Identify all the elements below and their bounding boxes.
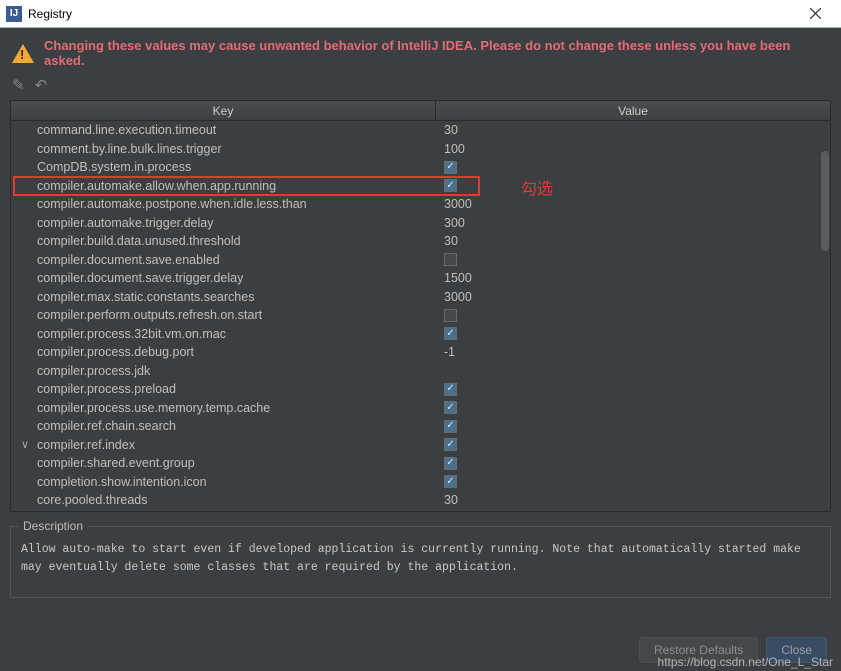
watermark: https://blog.csdn.net/One_L_Star	[658, 655, 833, 669]
cell-key: CompDB.system.in.process	[11, 160, 436, 174]
checkbox[interactable]	[444, 457, 457, 470]
checkbox[interactable]	[444, 475, 457, 488]
cell-key: compiler.process.jdk	[11, 364, 436, 378]
cell-key: compiler.process.32bit.vm.on.mac	[11, 327, 436, 341]
description-text: Allow auto-make to start even if develop…	[21, 541, 820, 578]
cell-key: compiler.perform.outputs.refresh.on.star…	[11, 308, 436, 322]
cell-key: compiler.shared.event.group	[11, 456, 436, 470]
table-row[interactable]: compiler.document.save.trigger.delay1500	[11, 269, 830, 288]
table-row[interactable]: compiler.shared.event.group	[11, 454, 830, 473]
window-close-button[interactable]	[795, 0, 835, 28]
cell-value[interactable]	[436, 327, 830, 340]
app-icon: IJ	[6, 6, 22, 22]
table-row[interactable]: compiler.process.jdk	[11, 362, 830, 381]
checkbox[interactable]	[444, 438, 457, 451]
scrollbar-thumb[interactable]	[821, 151, 829, 251]
cell-value[interactable]	[436, 161, 830, 174]
table-row[interactable]: compiler.build.data.unused.threshold30	[11, 232, 830, 251]
table-row[interactable]: custom.folding.max.lookup.depth50	[11, 510, 830, 513]
table-row[interactable]: CompDB.system.in.process	[11, 158, 830, 177]
registry-table: Key Value command.line.execution.timeout…	[10, 100, 831, 512]
cell-key: compiler.automake.postpone.when.idle.les…	[11, 197, 436, 211]
cell-key: compiler.process.debug.port	[11, 345, 436, 359]
cell-key: compiler.max.static.constants.searches	[11, 290, 436, 304]
cell-value[interactable]: 100	[436, 142, 830, 156]
description-panel: Description Allow auto-make to start eve…	[10, 526, 831, 598]
cell-value[interactable]	[436, 438, 830, 451]
cell-key: comment.by.line.bulk.lines.trigger	[11, 142, 436, 156]
checkbox[interactable]	[444, 401, 457, 414]
cell-key: compiler.ref.chain.search	[11, 419, 436, 433]
table-body: command.line.execution.timeout30comment.…	[11, 121, 830, 512]
warning-icon	[12, 44, 34, 63]
checkbox[interactable]	[444, 420, 457, 433]
table-row[interactable]: compiler.ref.index∨	[11, 436, 830, 455]
table-row[interactable]: compiler.automake.postpone.when.idle.les…	[11, 195, 830, 214]
table-header: Key Value	[11, 101, 830, 121]
checkbox[interactable]	[444, 383, 457, 396]
cell-key: compiler.process.preload	[11, 382, 436, 396]
cell-key: core.pooled.threads	[11, 493, 436, 507]
description-label: Description	[19, 519, 87, 533]
column-header-value[interactable]: Value	[436, 101, 830, 120]
cell-value[interactable]	[436, 253, 830, 266]
cell-value[interactable]: 30	[436, 234, 830, 248]
checkbox[interactable]	[444, 161, 457, 174]
cell-key: compiler.ref.index∨	[11, 438, 436, 452]
cell-value[interactable]	[436, 475, 830, 488]
table-row[interactable]: compiler.process.debug.port-1	[11, 343, 830, 362]
cell-value[interactable]: 1500	[436, 271, 830, 285]
cell-key: compiler.automake.allow.when.app.running	[11, 179, 436, 193]
table-row[interactable]: compiler.ref.chain.search	[11, 417, 830, 436]
cell-value[interactable]: 30	[436, 123, 830, 137]
cell-value[interactable]: 3000	[436, 290, 830, 304]
table-row[interactable]: compiler.process.32bit.vm.on.mac	[11, 325, 830, 344]
warning-banner: Changing these values may cause unwanted…	[0, 28, 841, 72]
titlebar: IJ Registry	[0, 0, 841, 28]
table-row[interactable]: compiler.document.save.enabled	[11, 251, 830, 270]
cell-key: command.line.execution.timeout	[11, 123, 436, 137]
cell-value[interactable]	[436, 179, 830, 192]
undo-icon[interactable]: ↶	[35, 76, 48, 94]
cell-value[interactable]	[436, 457, 830, 470]
checkbox[interactable]	[444, 327, 457, 340]
cell-value[interactable]	[436, 383, 830, 396]
scrollbar[interactable]	[820, 121, 830, 511]
cell-key: compiler.build.data.unused.threshold	[11, 234, 436, 248]
cell-value[interactable]	[436, 420, 830, 433]
annotation-text: 勾选	[521, 175, 553, 199]
cell-value[interactable]: 300	[436, 216, 830, 230]
warning-text: Changing these values may cause unwanted…	[44, 38, 829, 68]
table-row[interactable]: compiler.perform.outputs.refresh.on.star…	[11, 306, 830, 325]
window-title: Registry	[28, 7, 795, 21]
table-row[interactable]: compiler.automake.trigger.delay300	[11, 214, 830, 233]
cell-value[interactable]: 30	[436, 493, 830, 507]
cell-key: compiler.document.save.enabled	[11, 253, 436, 267]
table-row[interactable]: compiler.process.use.memory.temp.cache	[11, 399, 830, 418]
cell-key: compiler.automake.trigger.delay	[11, 216, 436, 230]
cell-value[interactable]: 3000	[436, 197, 830, 211]
table-row[interactable]: command.line.execution.timeout30	[11, 121, 830, 140]
table-row[interactable]: comment.by.line.bulk.lines.trigger100	[11, 140, 830, 159]
checkbox[interactable]	[444, 253, 457, 266]
cell-key: compiler.document.save.trigger.delay	[11, 271, 436, 285]
expand-toggle-icon[interactable]: ∨	[21, 438, 29, 451]
cell-value[interactable]	[436, 309, 830, 322]
table-row[interactable]: completion.show.intention.icon	[11, 473, 830, 492]
cell-key: completion.show.intention.icon	[11, 475, 436, 489]
checkbox[interactable]	[444, 309, 457, 322]
cell-value[interactable]: -1	[436, 345, 830, 359]
cell-key: compiler.process.use.memory.temp.cache	[11, 401, 436, 415]
cell-value[interactable]	[436, 401, 830, 414]
table-row[interactable]: compiler.max.static.constants.searches30…	[11, 288, 830, 307]
toolbar: ✎ ↶	[0, 72, 841, 100]
edit-icon[interactable]: ✎	[12, 76, 25, 94]
table-row[interactable]: compiler.process.preload	[11, 380, 830, 399]
column-header-key[interactable]: Key	[11, 101, 436, 120]
checkbox[interactable]	[444, 179, 457, 192]
table-row[interactable]: core.pooled.threads30	[11, 491, 830, 510]
table-row[interactable]: compiler.automake.allow.when.app.running	[11, 177, 830, 196]
